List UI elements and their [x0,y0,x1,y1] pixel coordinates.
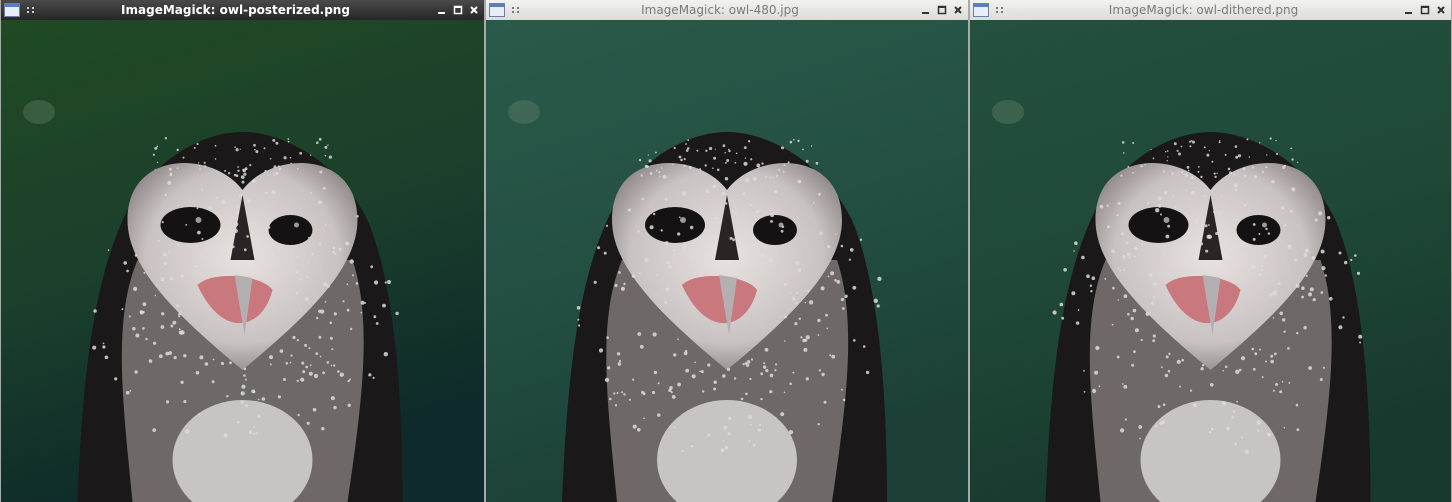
minimize-icon[interactable] [918,2,934,18]
grip-icon [512,7,519,13]
window-owl-posterized[interactable]: ImageMagick: owl-posterized.png [0,0,485,502]
minimize-icon[interactable] [434,2,450,18]
titlebar[interactable]: ImageMagick: owl-480.jpg [486,0,968,20]
window-owl-480-jpg[interactable]: ImageMagick: owl-480.jpg [485,0,969,502]
owl-image [1,20,484,502]
window-owl-dithered[interactable]: ImageMagick: owl-dithered.png [969,0,1452,502]
close-icon[interactable] [466,2,482,18]
maximize-icon[interactable] [1417,2,1433,18]
window-title: ImageMagick: owl-480.jpg [641,3,799,17]
desktop: ImageMagick: owl-posterized.png ImageMag… [0,0,1452,502]
image-canvas[interactable] [486,20,968,502]
image-canvas[interactable] [1,20,484,502]
window-title: ImageMagick: owl-dithered.png [1108,3,1299,17]
owl-image [486,20,968,502]
close-icon[interactable] [950,2,966,18]
maximize-icon[interactable] [934,2,950,18]
maximize-icon[interactable] [450,2,466,18]
window-icon[interactable] [973,3,989,17]
titlebar[interactable]: ImageMagick: owl-dithered.png [970,0,1451,20]
image-canvas[interactable] [970,20,1451,502]
window-title: ImageMagick: owl-posterized.png [121,3,350,17]
titlebar[interactable]: ImageMagick: owl-posterized.png [1,0,484,20]
minimize-icon[interactable] [1401,2,1417,18]
close-icon[interactable] [1433,2,1449,18]
window-icon[interactable] [489,3,505,17]
window-icon[interactable] [4,3,20,17]
owl-image [970,20,1451,502]
grip-icon [27,7,34,13]
grip-icon [996,7,1003,13]
